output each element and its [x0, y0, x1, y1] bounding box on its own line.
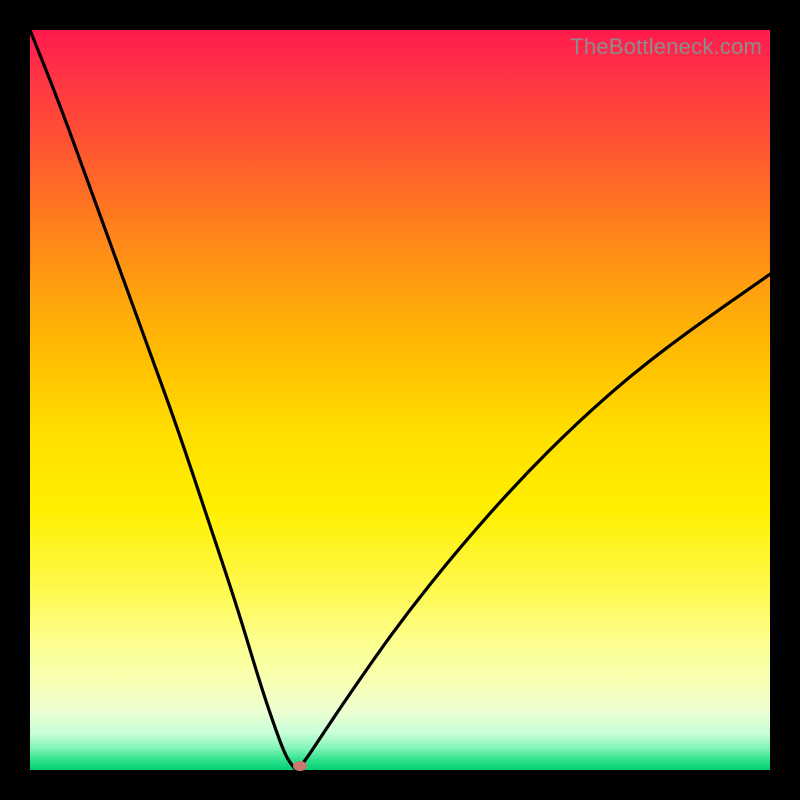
- optimal-point-marker: [293, 761, 307, 771]
- curve-svg: [30, 30, 770, 770]
- bottleneck-curve-path: [30, 30, 770, 769]
- plot-area: TheBottleneck.com: [30, 30, 770, 770]
- chart-frame: TheBottleneck.com: [0, 0, 800, 800]
